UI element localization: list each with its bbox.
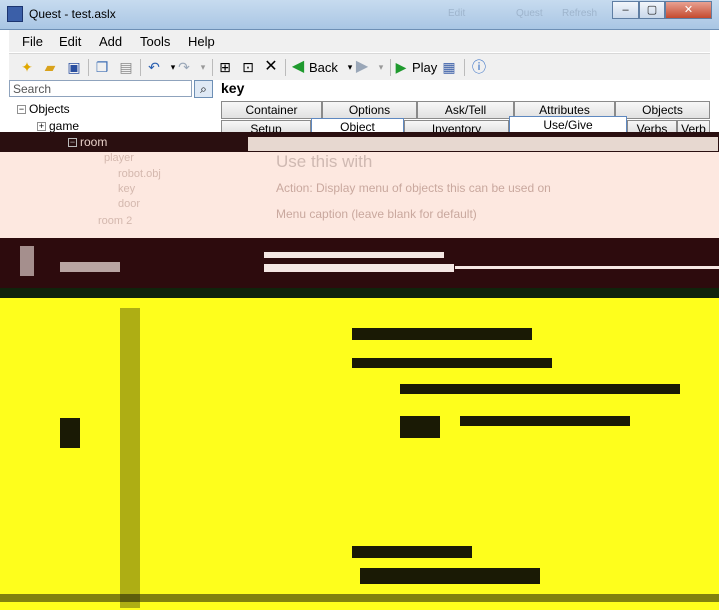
toolbar-separator — [88, 59, 89, 76]
menu-bar: File Edit Add Tools Help — [9, 30, 710, 52]
play-icon[interactable]: ▶ — [392, 58, 410, 76]
menu-edit[interactable]: Edit — [59, 34, 81, 49]
glitch-block — [400, 384, 680, 394]
corrupted-green-band — [0, 288, 719, 298]
back-icon[interactable]: ◀ — [289, 58, 307, 76]
glitch-stripe — [264, 264, 454, 272]
add-object-icon[interactable]: ⊞ — [216, 58, 234, 76]
add-room-icon[interactable]: ⊡ — [239, 58, 257, 76]
glitch-stripe — [20, 246, 34, 276]
delete-icon[interactable]: ✕ — [262, 58, 280, 76]
save-icon[interactable]: ▣ — [65, 58, 83, 76]
menu-file[interactable]: File — [22, 34, 43, 49]
ghost-tree-room2: room 2 — [98, 215, 133, 227]
ghost-tree-door: door — [118, 198, 141, 210]
glitch-stripe — [60, 262, 120, 272]
paste-icon[interactable]: ▤ — [117, 58, 135, 76]
tree-label: room — [80, 135, 108, 149]
tree-node-room[interactable]: − room — [68, 135, 107, 149]
toolbar: ✦ ▰ ▣ ❐ ▤ ↶ ▾ ↷ ▾ ⊞ ⊡ ✕ ◀ Back ▾ ▶ ▾ ▶ P… — [9, 53, 710, 80]
menu-caption-label: Menu caption (leave blank for default) — [276, 207, 477, 221]
action-line: Action: Display menu of objects this can… — [276, 181, 551, 195]
collapse-icon[interactable]: − — [68, 138, 77, 148]
log-icon[interactable]: ▦ — [440, 58, 458, 76]
ghost-tree-robot: robot.obj — [118, 168, 161, 180]
ghost-menu-quest: Quest — [516, 8, 543, 19]
tab-options[interactable]: Options — [322, 101, 417, 119]
search-input[interactable]: Search — [9, 80, 192, 97]
menu-tools[interactable]: Tools — [140, 34, 170, 49]
redo-icon[interactable]: ↷ — [175, 58, 193, 76]
menu-help[interactable]: Help — [188, 34, 215, 49]
toolbar-separator — [464, 59, 465, 76]
toolbar-separator — [285, 59, 286, 76]
glitch-stripe — [264, 252, 444, 258]
corrupted-strip — [248, 137, 718, 151]
window-title: Quest - test.aslx — [29, 7, 116, 21]
corrupted-dark-band — [0, 238, 719, 288]
toolbar-separator — [390, 59, 391, 76]
title-bar: Quest - test.aslx Edit Quest Refresh – ▢… — [0, 0, 719, 30]
corrupted-yellow-area — [0, 298, 719, 610]
glitch-block — [120, 308, 140, 608]
toolbar-separator — [212, 59, 213, 76]
tab-container[interactable]: Container — [221, 101, 322, 119]
undo-icon[interactable]: ↶ — [145, 58, 163, 76]
redo-dropdown-icon[interactable]: ▾ — [194, 58, 212, 76]
tree-node-game[interactable]: + game — [37, 119, 79, 133]
ghost-tree-key: key — [118, 183, 136, 195]
maximize-button[interactable]: ▢ — [639, 1, 665, 19]
tab-objects[interactable]: Objects — [615, 101, 710, 119]
glitch-block — [360, 568, 540, 584]
search-placeholder: Search — [13, 82, 52, 96]
glitch-block — [352, 546, 472, 558]
back-button-label[interactable]: Back — [309, 60, 338, 75]
collapse-icon[interactable]: − — [17, 105, 26, 115]
open-folder-icon[interactable]: ▰ — [41, 58, 59, 76]
glitch-block — [460, 416, 630, 426]
minimize-button[interactable]: – — [612, 1, 639, 19]
glitch-block — [352, 328, 532, 340]
glitch-block — [400, 416, 440, 438]
glitch-block — [0, 594, 719, 602]
forward-dropdown-icon[interactable]: ▾ — [372, 58, 390, 76]
selected-object-title: key — [221, 80, 245, 96]
menu-add[interactable]: Add — [99, 34, 122, 49]
expand-icon[interactable]: + — [37, 122, 46, 132]
copy-icon[interactable]: ❐ — [93, 58, 111, 76]
ghost-menu-edit: Edit — [448, 8, 466, 19]
forward-icon[interactable]: ▶ — [353, 58, 371, 76]
search-button[interactable]: ⌕ — [194, 80, 213, 98]
play-button-label[interactable]: Play — [412, 60, 437, 75]
use-give-panel: Use this with Action: Display menu of ob… — [0, 152, 719, 238]
help-icon[interactable]: ⓘ — [470, 58, 488, 76]
quest-app-icon — [7, 6, 23, 22]
glitch-block — [60, 418, 80, 448]
ghost-menu-refresh: Refresh — [562, 8, 598, 19]
ghost-tree-player: player — [104, 152, 134, 164]
search-icon: ⌕ — [200, 82, 207, 96]
toolbar-separator — [140, 59, 141, 76]
glitch-stripe — [455, 266, 719, 269]
new-file-icon[interactable]: ✦ — [18, 58, 36, 76]
tree-node-objects[interactable]: − Objects — [17, 102, 70, 116]
glitch-block — [352, 358, 552, 368]
tree-label: game — [49, 119, 80, 133]
panel-heading: Use this with — [276, 152, 373, 171]
object-tree: − Objects + game — [9, 100, 213, 133]
tree-label: Objects — [29, 102, 70, 116]
close-button[interactable]: ✕ — [665, 1, 712, 19]
tab-ask-tell[interactable]: Ask/Tell — [417, 101, 514, 119]
